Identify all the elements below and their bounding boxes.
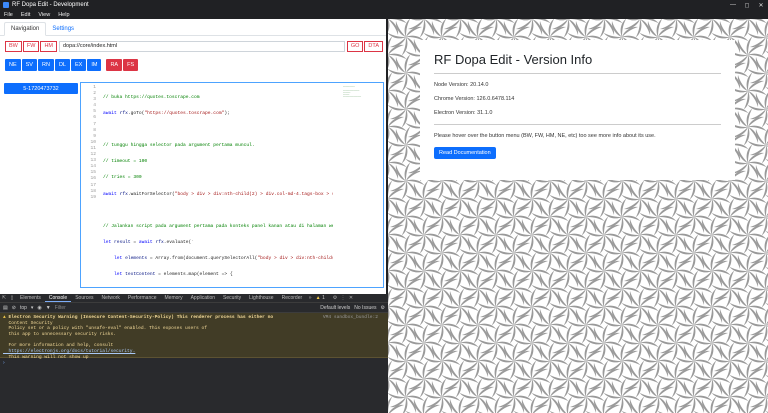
issues-counter[interactable]: No Issues: [354, 305, 376, 311]
more-tabs-icon[interactable]: »: [306, 295, 314, 301]
go-button[interactable]: GO: [346, 40, 364, 52]
console-warning-message: ▲ Electron Security Warning (Insecure Co…: [0, 313, 388, 360]
maximize-icon[interactable]: ◻: [740, 2, 754, 9]
menu-edit[interactable]: Edit: [17, 12, 34, 18]
chevron-down-icon[interactable]: ▾: [31, 305, 34, 311]
devtools-tab-performance[interactable]: Performance: [124, 295, 161, 301]
devtools-tab-network[interactable]: Network: [98, 295, 124, 301]
warning-count-icon[interactable]: ▲: [314, 295, 322, 301]
minimize-icon[interactable]: —: [726, 2, 740, 8]
rn-button[interactable]: RN: [37, 59, 54, 71]
sidebar-toggle-icon[interactable]: ▤: [3, 305, 8, 311]
eye-icon[interactable]: ◉: [37, 305, 41, 311]
warning-line-0: Electron Security Warning (Insecure Cont…: [8, 315, 274, 320]
line-number-gutter: 1 2 3 4 5 6 7 8 9 10 11 12 13 14 15 16 17 18 19: [81, 83, 99, 287]
ra-button[interactable]: RA: [106, 59, 123, 71]
preview-pane: RF Dopa Edit - Version Info Node Version…: [388, 19, 768, 413]
log-levels-select[interactable]: Default levels: [320, 305, 350, 311]
devtools-panel: ⇱ ▯ Elements Console Sources Network Per…: [0, 294, 388, 413]
code-editor[interactable]: 1 2 3 4 5 6 7 8 9 10 11 12 13 14 15 16 17 18 19 // buka ht…: [80, 82, 384, 288]
hover-hint: Please hover over the button menu (BW, F…: [434, 133, 656, 139]
sv-button[interactable]: SV: [21, 59, 37, 71]
devtools-tab-recorder[interactable]: Recorder: [278, 295, 307, 301]
devtools-tab-security[interactable]: Security: [219, 295, 245, 301]
warning-line-7: This warning will not show up: [3, 354, 89, 360]
im-button[interactable]: IM: [87, 59, 102, 71]
warning-count: 1: [322, 295, 325, 301]
devtools-tabs: ⇱ ▯ Elements Console Sources Network Per…: [0, 294, 388, 303]
path-input[interactable]: dopa://core/index.html: [59, 40, 345, 52]
device-toolbar-icon[interactable]: ▯: [8, 295, 16, 301]
more-options-icon[interactable]: ⋮: [339, 295, 347, 301]
read-documentation-button[interactable]: Read Documentation: [434, 147, 496, 159]
devtools-close-icon[interactable]: ✕: [347, 295, 355, 301]
ne-button[interactable]: NE: [5, 59, 21, 71]
forward-button[interactable]: FW: [22, 40, 40, 52]
main-tabs: Navigation Settings: [0, 19, 388, 36]
devtools-tab-sources[interactable]: Sources: [71, 295, 97, 301]
ex-button[interactable]: EX: [70, 59, 87, 71]
warning-icon: ▲: [3, 315, 6, 320]
left-pane: Navigation Settings BW FW HM dopa://core…: [0, 19, 388, 294]
home-button[interactable]: HM: [40, 40, 57, 52]
console-filter-input[interactable]: Filter: [55, 305, 317, 311]
close-icon[interactable]: ✕: [754, 2, 768, 9]
menu-bar: File Edit View Help: [0, 10, 768, 19]
filter-icon[interactable]: ▼: [46, 305, 51, 311]
file-list-item[interactable]: 5-1720473732: [4, 83, 78, 94]
electron-version: Electron Version: 31.1.0: [434, 110, 493, 116]
devtools-tab-console[interactable]: Console: [44, 295, 72, 302]
devtools-tab-lighthouse[interactable]: Lighthouse: [245, 295, 277, 301]
code-content[interactable]: // buka https://quotes.toscrape.com awai…: [103, 85, 333, 287]
back-button[interactable]: BW: [5, 40, 22, 52]
version-info-card: RF Dopa Edit - Version Info Node Version…: [420, 40, 735, 180]
node-version: Node Version: 20.14.0: [434, 82, 489, 88]
inspect-icon[interactable]: ⇱: [0, 295, 8, 301]
action-button-row: NE SV RN DL EX IM RA FS: [5, 59, 139, 71]
divider: [434, 73, 721, 74]
version-info-title: RF Dopa Edit - Version Info: [434, 52, 593, 67]
title-bar: RF Dopa Edit - Development — ◻ ✕: [0, 0, 768, 10]
console-toolbar: ▤ ⊘ top ▾ ◉ ▼ Filter Default levels No I…: [0, 303, 388, 313]
warning-source-link[interactable]: VM4 sandbox_bundle:2: [323, 315, 378, 320]
dl-button[interactable]: DL: [54, 59, 70, 71]
fs-button[interactable]: FS: [123, 59, 139, 71]
menu-view[interactable]: View: [34, 12, 54, 18]
menu-file[interactable]: File: [0, 12, 17, 18]
security-docs-link[interactable]: https://electronjs.org/docs/tutorial/sec…: [3, 349, 136, 354]
line-number: 19: [90, 194, 96, 200]
devtools-tab-application[interactable]: Application: [187, 295, 219, 301]
devtools-tab-elements[interactable]: Elements: [16, 295, 45, 301]
divider: [434, 124, 721, 125]
tab-settings[interactable]: Settings: [46, 23, 80, 35]
devtools-tab-memory[interactable]: Memory: [161, 295, 187, 301]
editor-minimap[interactable]: ━━━━━━━━━━━━━━━ ━━━━━━━━━━━━━ ━━━━━━━━━━…: [343, 85, 381, 105]
app-icon: [3, 2, 9, 8]
console-settings-icon[interactable]: ⚙: [381, 305, 388, 311]
context-select[interactable]: top: [20, 305, 27, 311]
tab-navigation[interactable]: Navigation: [4, 22, 47, 36]
menu-help[interactable]: Help: [54, 12, 73, 18]
dta-button[interactable]: DTA: [364, 40, 383, 52]
chrome-version: Chrome Version: 126.0.6478.114: [434, 96, 515, 102]
window-title: RF Dopa Edit - Development: [12, 2, 89, 8]
clear-console-icon[interactable]: ⊘: [12, 305, 16, 311]
settings-gear-icon[interactable]: ⚙: [331, 295, 339, 301]
path-bar: BW FW HM dopa://core/index.html GO DTA: [5, 40, 383, 52]
